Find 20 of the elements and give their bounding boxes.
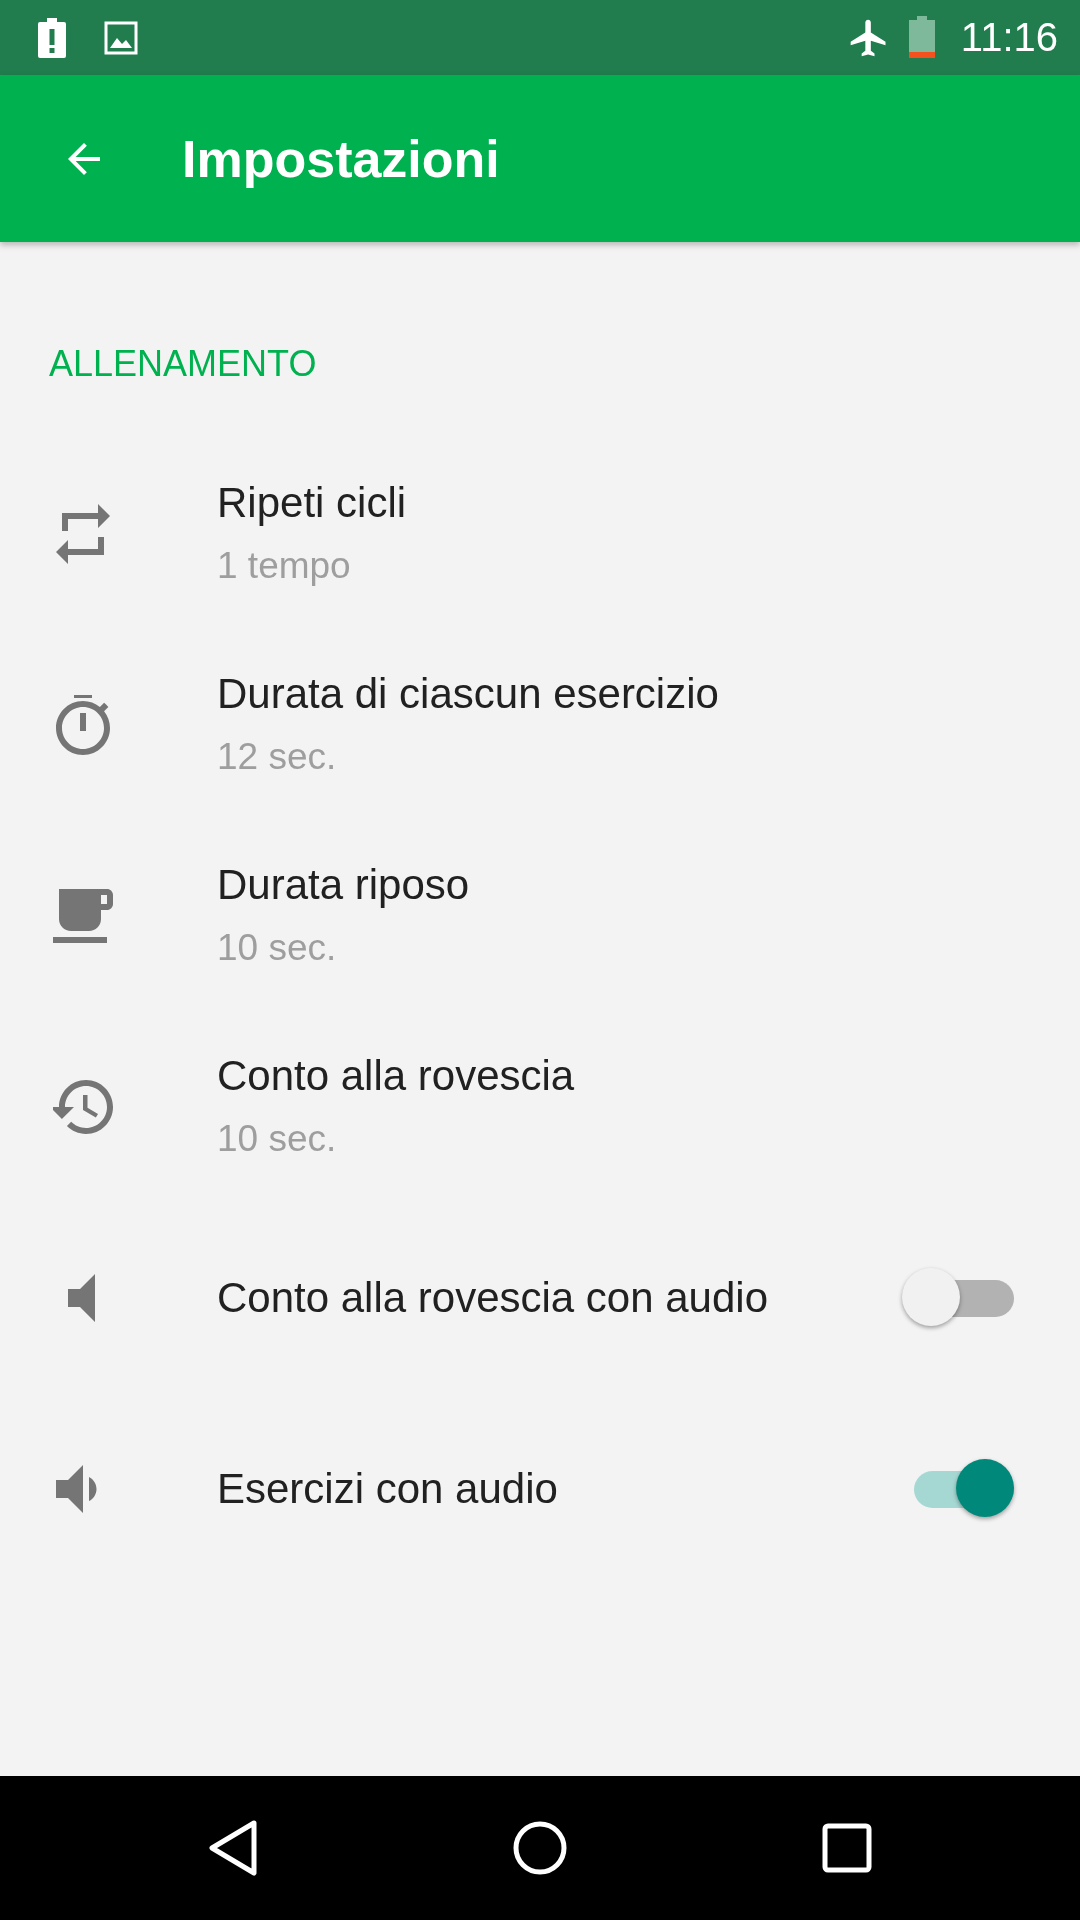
screen-title: Impostazioni: [182, 128, 500, 189]
setting-value: 10 sec.: [217, 1116, 338, 1161]
toggle-switch[interactable]: [902, 1267, 1014, 1328]
setting-value: 1 tempo: [217, 543, 352, 588]
clock-time: 11:16: [960, 15, 1058, 60]
setting-title[interactable]: Esercizi con audio: [217, 1462, 902, 1515]
setting-title[interactable]: Conto alla rovescia con audio: [217, 1271, 902, 1324]
square-icon: [821, 1823, 872, 1873]
setting-value: 10 sec.: [217, 925, 338, 970]
setting-title[interactable]: Ripeti cicli: [217, 476, 1014, 529]
alert-icon: [38, 17, 66, 58]
setting-title[interactable]: Durata riposo: [217, 858, 1014, 911]
setting-title[interactable]: Conto alla rovescia: [217, 1049, 1014, 1102]
battery-icon: [908, 15, 935, 60]
image-icon: [104, 20, 138, 55]
stopwatch-icon: [53, 694, 113, 755]
setting-title[interactable]: Durata di ciascun esercizio: [217, 667, 1014, 720]
circle-icon: [512, 1820, 568, 1876]
setting-value: 12 sec.: [217, 734, 338, 779]
section-header: ALLENAMENTO: [49, 342, 318, 386]
